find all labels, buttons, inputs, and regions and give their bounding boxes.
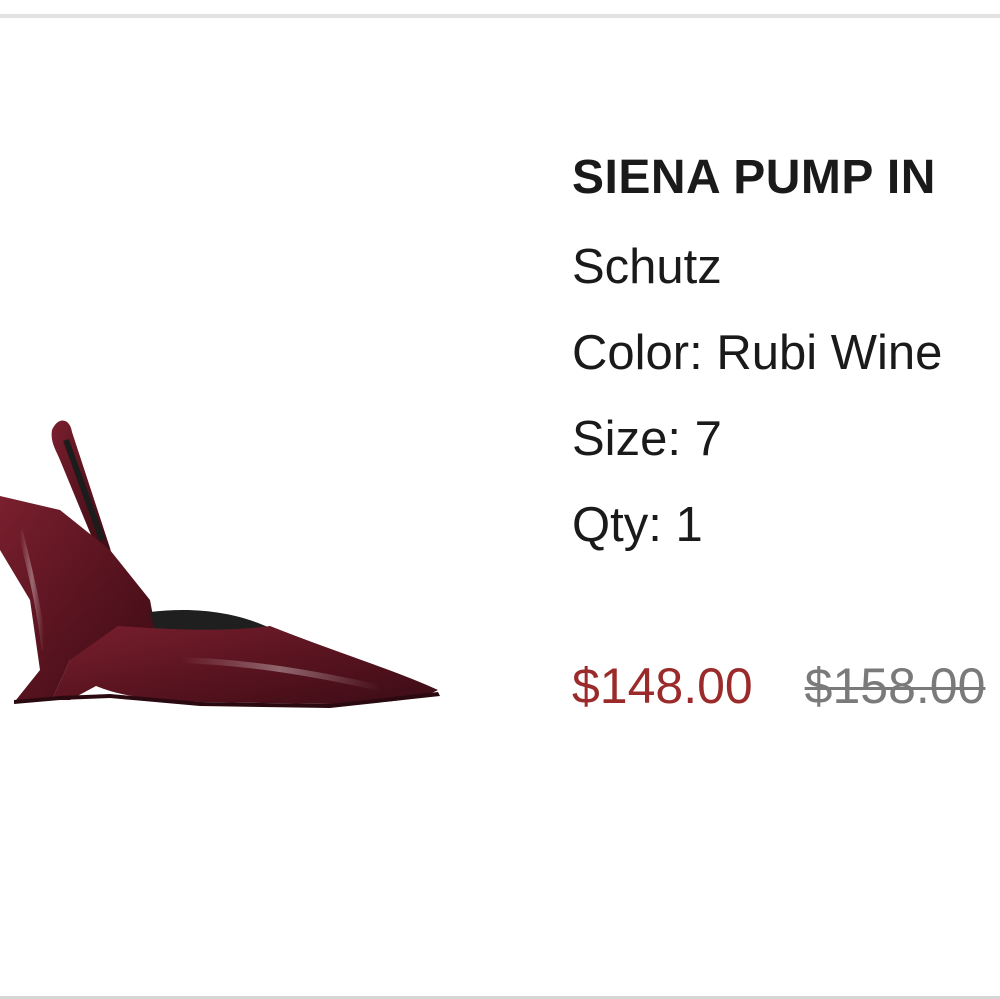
qty-label: Qty: — [572, 498, 662, 552]
top-divider — [0, 14, 1000, 18]
shoe-image-icon — [0, 420, 440, 708]
product-details: SIENA PUMP IN Schutz Color: Rubi Wine Si… — [572, 148, 1000, 568]
product-qty: Qty: 1 — [572, 482, 1000, 568]
product-image[interactable] — [0, 400, 460, 720]
color-value: Rubi Wine — [716, 326, 943, 380]
product-size: Size: 7 — [572, 396, 1000, 482]
size-label: Size: — [572, 412, 681, 466]
product-color: Color: Rubi Wine — [572, 310, 1000, 396]
original-price: $158.00 — [804, 658, 986, 714]
size-value: 7 — [694, 412, 722, 466]
color-label: Color: — [572, 326, 703, 380]
product-brand: Schutz — [572, 240, 722, 294]
order-item-page: SIENA PUMP IN Schutz Color: Rubi Wine Si… — [0, 0, 1000, 999]
product-title[interactable]: SIENA PUMP IN — [572, 148, 1000, 208]
sale-price: $148.00 — [572, 658, 753, 714]
price-row: $148.00 $158.00 — [572, 648, 1000, 724]
qty-value: 1 — [675, 498, 703, 552]
